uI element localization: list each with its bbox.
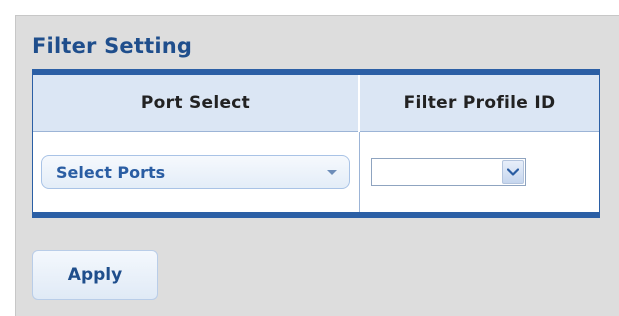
filter-setting-panel: Filter Setting Port Select Filter Profil… xyxy=(15,15,619,316)
section-title: Filter Setting xyxy=(32,34,193,58)
port-select-cell: Select Ports xyxy=(33,131,360,212)
select-ports-dropdown[interactable]: Select Ports xyxy=(41,155,350,189)
header-row: Port Select Filter Profile ID xyxy=(33,75,599,132)
filter-profile-id-header: Filter Profile ID xyxy=(358,75,599,132)
filter-setting-table: Port Select Filter Profile ID Select Por… xyxy=(32,69,600,218)
caret-down-icon xyxy=(327,169,337,175)
filter-profile-id-select[interactable] xyxy=(370,158,526,186)
port-select-header: Port Select xyxy=(33,75,360,132)
chevron-down-icon[interactable] xyxy=(501,160,524,184)
filter-profile-cell xyxy=(359,131,599,212)
chevron-down-icon-glyph xyxy=(506,168,519,176)
table-row: Select Ports xyxy=(33,131,599,212)
apply-button[interactable]: Apply xyxy=(32,250,158,300)
filter-table: Port Select Filter Profile ID Select Por… xyxy=(33,75,599,212)
select-ports-label: Select Ports xyxy=(56,162,166,182)
